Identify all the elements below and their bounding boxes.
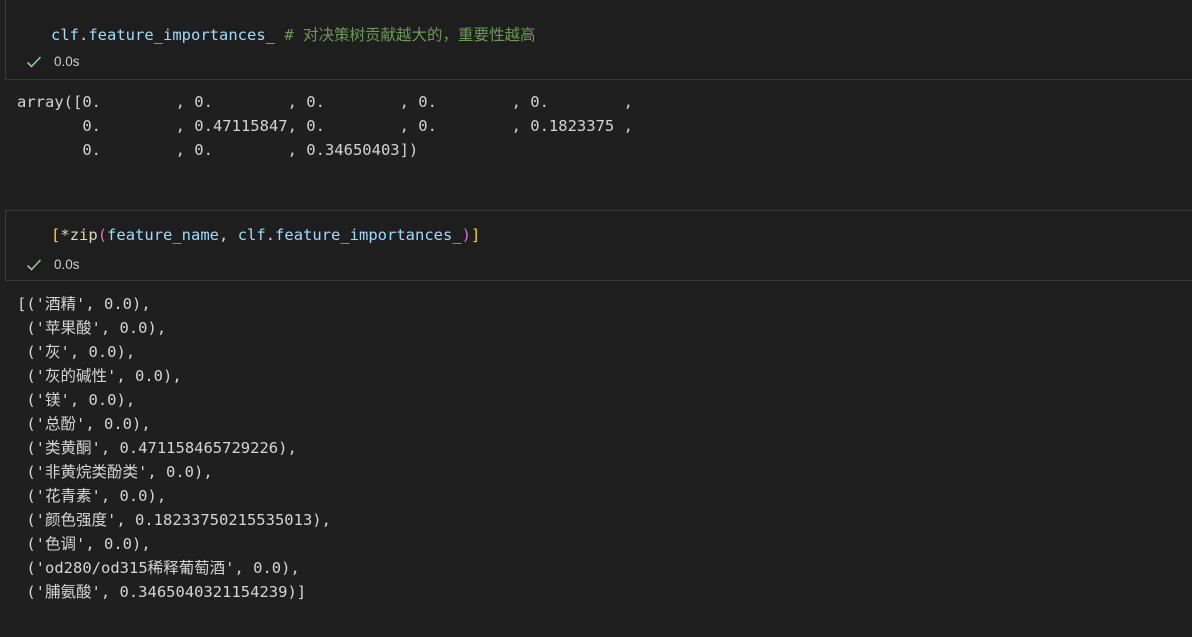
- code-arg-1: feature_name: [107, 226, 220, 244]
- output-line: ('脯氨酸', 0.3465040321154239)]: [17, 583, 307, 601]
- code-attribute: feature_importances_: [88, 26, 275, 44]
- code-open-bracket: [: [51, 226, 61, 244]
- code-dot: .: [79, 26, 89, 44]
- code-function: zip: [69, 226, 98, 244]
- output-line: ('镁', 0.0),: [17, 391, 136, 409]
- code-cell-2[interactable]: [*zip(feature_name, clf.feature_importan…: [5, 210, 1192, 281]
- code-comma: ,: [219, 226, 238, 244]
- code-comment: # 对决策树贡献越大的，重要性越高: [284, 26, 536, 44]
- output-line: ('花青素', 0.0),: [17, 487, 167, 505]
- output-line: ('苹果酸', 0.0),: [17, 319, 167, 337]
- output-line: ('色调', 0.0),: [17, 535, 151, 553]
- cell-2-code[interactable]: [*zip(feature_name, clf.feature_importan…: [51, 226, 480, 244]
- cell-1-output: array([0. , 0. , 0. , 0. , 0. , 0. , 0.4…: [17, 90, 633, 162]
- checkmark-icon: [26, 55, 42, 69]
- output-line: ('非黄烷类酚类', 0.0),: [17, 463, 213, 481]
- output-line: [('酒精', 0.0),: [17, 295, 151, 313]
- output-line: ('总酚', 0.0),: [17, 415, 151, 433]
- code-cell-1[interactable]: clf.feature_importances_ # 对决策树贡献越大的，重要性…: [5, 0, 1192, 80]
- code-open-paren: (: [97, 226, 108, 244]
- execution-time: 0.0s: [54, 54, 80, 69]
- code-close-paren: ): [461, 226, 472, 244]
- cell-1-code[interactable]: clf.feature_importances_ # 对决策树贡献越大的，重要性…: [51, 23, 536, 45]
- code-arg-2-object: clf: [237, 226, 266, 244]
- execution-time: 0.0s: [54, 257, 80, 272]
- cell-1-status: 0.0s: [26, 54, 80, 69]
- code-star: *: [60, 226, 70, 244]
- output-line: 0. , 0.47115847, 0. , 0. , 0.1823375 ,: [17, 117, 633, 135]
- checkmark-icon: [26, 258, 42, 272]
- output-line: ('灰的碱性', 0.0),: [17, 367, 182, 385]
- output-line: ('od280/od315稀释葡萄酒', 0.0),: [17, 559, 300, 577]
- cell-2-status: 0.0s: [26, 257, 80, 272]
- code-close-bracket: ]: [471, 226, 481, 244]
- output-line: 0. , 0. , 0.34650403]): [17, 141, 419, 159]
- code-variable: clf: [51, 26, 79, 44]
- cell-2-output: [('酒精', 0.0), ('苹果酸', 0.0), ('灰', 0.0), …: [17, 292, 331, 604]
- output-line: ('颜色强度', 0.18233750215535013),: [17, 511, 331, 529]
- code-arg-2-dot: .: [265, 226, 276, 244]
- code-arg-2-attribute: feature_importances_: [275, 226, 462, 244]
- output-line: ('灰', 0.0),: [17, 343, 136, 361]
- output-line: array([0. , 0. , 0. , 0. , 0. ,: [17, 93, 633, 111]
- output-line: ('类黄酮', 0.471158465729226),: [17, 439, 297, 457]
